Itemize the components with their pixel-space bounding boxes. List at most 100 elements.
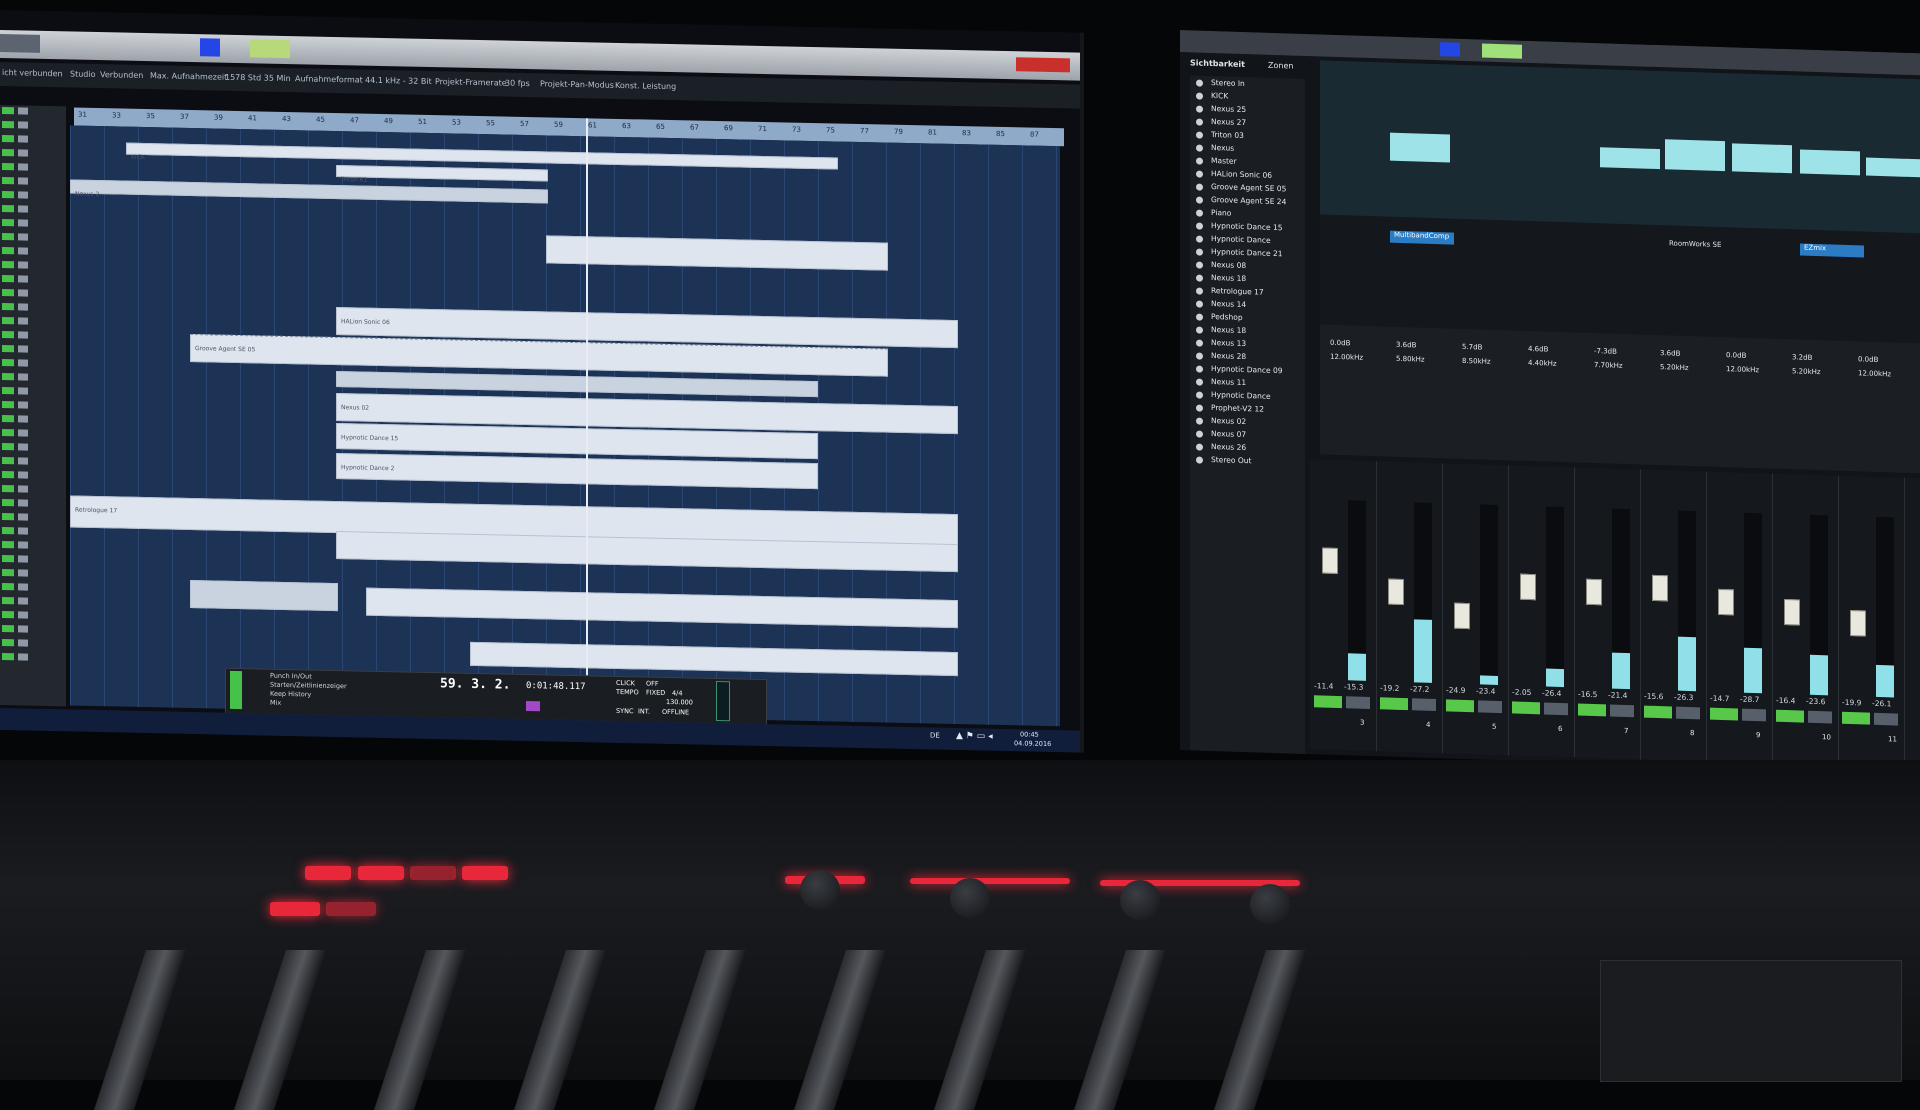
track-mute-button[interactable] [2, 597, 14, 605]
channel-mute-button[interactable] [1742, 708, 1766, 722]
track-row[interactable] [0, 273, 66, 286]
channel-visibility-item[interactable]: Nexus 11 [1196, 377, 1246, 391]
fader-volume-value[interactable]: -14.7 [1710, 694, 1729, 704]
channel-mute-button[interactable] [1346, 696, 1370, 709]
track-solo-button[interactable] [18, 555, 28, 563]
track-mute-button[interactable] [2, 653, 14, 661]
channel-mute-button[interactable] [1412, 698, 1436, 712]
eq-gain-value[interactable]: 0.0dB [1726, 351, 1746, 360]
controller-fader[interactable] [234, 950, 326, 1110]
controller-pad-button[interactable] [305, 866, 351, 880]
insert-slots[interactable]: MultibandComp RoomWorks SE EZmix [1320, 214, 1920, 344]
eq-gain-value[interactable]: 5.7dB [1462, 343, 1482, 352]
track-mute-button[interactable] [2, 499, 14, 507]
volume-fader-cap[interactable] [1850, 609, 1866, 637]
channel-select-button[interactable] [1776, 709, 1804, 723]
channel-select-button[interactable] [1644, 705, 1672, 719]
channel-visibility-item[interactable]: Piano [1196, 208, 1231, 221]
eq-freq-value[interactable]: 8.50kHz [1462, 357, 1491, 366]
track-solo-button[interactable] [18, 429, 28, 437]
track-solo-button[interactable] [18, 247, 28, 255]
offline-label[interactable]: OFFLINE [662, 708, 689, 717]
track-solo-button[interactable] [18, 149, 28, 157]
track-mute-button[interactable] [2, 625, 14, 633]
track-solo-button[interactable] [18, 107, 28, 115]
track-row[interactable] [0, 329, 66, 342]
visibility-dot-icon[interactable] [1196, 170, 1203, 178]
track-mute-button[interactable] [2, 485, 14, 493]
track-mute-button[interactable] [2, 163, 14, 171]
fader-volume-value[interactable]: -16.5 [1578, 690, 1597, 700]
eq-gain-value[interactable]: 3.6dB [1660, 349, 1680, 358]
eq-parameters[interactable]: 0.0dB 12.00kHz 3.6dB 5.80kHz 5.7dB 8.50kHz 4.6… [1320, 324, 1920, 474]
taskbar-date[interactable]: 04.09.2016 [1014, 739, 1051, 748]
track-mute-button[interactable] [2, 415, 14, 423]
track-row[interactable] [0, 567, 66, 580]
track-solo-button[interactable] [18, 331, 28, 339]
peak-value[interactable]: -21.4 [1608, 690, 1627, 700]
volume-fader-cap[interactable] [1784, 598, 1800, 626]
track-mute-button[interactable] [2, 303, 14, 311]
eq-gain-value[interactable]: 4.6dB [1528, 345, 1548, 354]
track-solo-button[interactable] [18, 219, 28, 227]
insert-slot-roomworks[interactable]: RoomWorks SE [1665, 239, 1729, 253]
track-mute-button[interactable] [2, 457, 14, 465]
click-state[interactable]: OFF [646, 680, 659, 688]
fader-volume-value[interactable]: -2.05 [1512, 687, 1531, 697]
channel-visibility-item[interactable]: HALion Sonic 06 [1196, 169, 1272, 183]
visibility-dot-icon[interactable] [1196, 352, 1203, 360]
channel-visibility-item[interactable]: Nexus 13 [1196, 338, 1246, 352]
track-row[interactable] [0, 413, 66, 426]
position-time-display[interactable]: 0:01:48.117 [526, 681, 586, 692]
track-mute-button[interactable] [2, 611, 14, 619]
track-solo-button[interactable] [18, 415, 28, 423]
eq-freq-value[interactable]: 12.00kHz [1726, 365, 1759, 374]
eq-gain-value[interactable]: 3.2dB [1792, 353, 1812, 362]
eq-freq-value[interactable]: 7.70kHz [1594, 361, 1623, 370]
track-mute-button[interactable] [2, 275, 14, 283]
fader-volume-value[interactable]: -15.6 [1644, 692, 1663, 702]
visibility-dot-icon[interactable] [1196, 339, 1203, 347]
peak-value[interactable]: -23.4 [1476, 686, 1495, 696]
track-row[interactable] [0, 371, 66, 384]
channel-visibility-item[interactable]: Nexus 07 [1196, 429, 1246, 443]
track-row[interactable] [0, 469, 66, 482]
controller-fader[interactable] [374, 950, 466, 1110]
track-solo-button[interactable] [18, 485, 28, 493]
track-row[interactable] [0, 525, 66, 538]
channel-visibility-item[interactable]: Nexus 28 [1196, 351, 1246, 365]
channel-visibility-item[interactable]: Master [1196, 156, 1237, 169]
channel-select-button[interactable] [1446, 699, 1474, 713]
controller-fader[interactable] [514, 950, 606, 1110]
track-solo-button[interactable] [18, 401, 28, 409]
transport-start[interactable]: Starten/Zeitlinienzeiger [270, 681, 347, 691]
region-kick[interactable]: KICK [126, 142, 838, 170]
visibility-dot-icon[interactable] [1196, 118, 1203, 126]
playhead-cursor[interactable] [586, 118, 588, 679]
track-mute-button[interactable] [2, 219, 14, 227]
region-small[interactable] [190, 579, 338, 612]
peak-value[interactable]: -26.4 [1542, 688, 1561, 698]
channel-visibility-item[interactable]: Nexus [1196, 143, 1234, 156]
eq-gain-value[interactable]: 0.0dB [1858, 355, 1878, 364]
track-solo-button[interactable] [18, 317, 28, 325]
region-triton-2[interactable] [546, 235, 888, 271]
channel-select-button[interactable] [1314, 695, 1342, 709]
peak-value[interactable]: -23.6 [1806, 697, 1825, 707]
visibility-dot-icon[interactable] [1196, 261, 1203, 269]
channel-visibility-item[interactable]: Nexus 25 [1196, 104, 1246, 118]
tempo-value[interactable]: 130.000 [666, 698, 693, 707]
track-solo-button[interactable] [18, 653, 28, 661]
track-solo-button[interactable] [18, 261, 28, 269]
track-mute-button[interactable] [2, 513, 14, 521]
track-row[interactable] [0, 133, 66, 146]
peak-value[interactable]: -15.3 [1344, 682, 1363, 692]
blue-mode-icon[interactable] [1440, 42, 1460, 57]
visibility-dot-icon[interactable] [1196, 391, 1203, 399]
track-mute-button[interactable] [2, 331, 14, 339]
region-hypnotic-2[interactable]: Hypnotic Dance 2 [336, 453, 818, 490]
channel-select-button[interactable] [1380, 697, 1408, 711]
track-row[interactable] [0, 399, 66, 412]
track-solo-button[interactable] [18, 387, 28, 395]
track-solo-button[interactable] [18, 275, 28, 283]
